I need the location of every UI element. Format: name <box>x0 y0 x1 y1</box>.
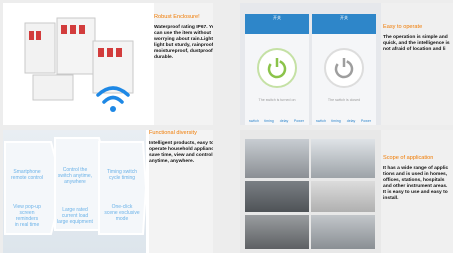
feature-large-current: Large rated current load large equipment <box>57 207 93 225</box>
power-on-icon[interactable] <box>245 38 309 98</box>
card-body: Waterproof rating IP67. You can use the … <box>154 25 213 60</box>
tab-power[interactable]: Power <box>292 119 306 123</box>
features-grid: Smartphone remote control Control the sw… <box>3 130 146 253</box>
card-text: Easy to operate The operation is simple … <box>383 3 453 125</box>
feature-scene-mode: One-click scene exclusive mode <box>104 204 140 222</box>
app-bar: 开关 <box>245 14 309 34</box>
tab-delay[interactable]: delay <box>277 119 291 123</box>
phone-on: 开关 The switch is turned on switch timing… <box>245 14 309 125</box>
phone-status: The switch is closed <box>327 98 361 102</box>
card-body: The operation is simple and quick, and t… <box>383 35 450 52</box>
card-title: Functional diversity <box>149 130 197 136</box>
feature-control-anytime: Control the switch anytime, anywhere <box>57 167 93 185</box>
card-text: Functional diversity Intelligent product… <box>149 130 213 253</box>
tab-timing[interactable]: timing <box>262 119 276 123</box>
card-body: Intelligent products, easy to operate ho… <box>149 141 213 164</box>
tab-timing[interactable]: timing <box>329 119 343 123</box>
card-title: Easy to operate <box>383 24 423 30</box>
card-robust-enclosure: Robust Enclosure! Waterproof rating IP67… <box>3 3 213 125</box>
photo-warehouse <box>245 215 309 249</box>
tab-power[interactable]: Power <box>359 119 373 123</box>
feature-timing-switch: Timing switch cycle timing <box>106 169 138 181</box>
photo-living-room <box>245 139 309 178</box>
app-screens: 开关 The switch is turned on switch timing… <box>240 3 381 125</box>
breaker-icon <box>24 17 134 112</box>
tab-switch[interactable]: switch <box>247 119 261 123</box>
power-off-icon[interactable] <box>312 38 376 98</box>
photo-hallway <box>245 181 309 212</box>
feature-remote-control: Smartphone remote control <box>11 169 43 181</box>
card-text: Robust Enclosure! Waterproof rating IP67… <box>154 3 213 125</box>
card-title: Scope of application <box>383 155 434 161</box>
app-bar: 开关 <box>312 14 376 34</box>
photo-building <box>311 181 375 212</box>
hex-grid-decoration <box>4 137 146 235</box>
feature-popup-reminders: View pop-up screen reminders in real tim… <box>13 204 41 228</box>
photo-office <box>311 139 375 178</box>
card-scope-application: Scope of application It has a wide range… <box>240 130 453 253</box>
phone-status: The switch is turned on <box>258 98 296 102</box>
card-title: Robust Enclosure! <box>154 14 200 20</box>
card-functional-diversity: Smartphone remote control Control the sw… <box>3 130 213 253</box>
photo-station <box>311 215 375 249</box>
tab-delay[interactable]: delay <box>344 119 358 123</box>
card-text: Scope of application It has a wide range… <box>383 130 453 253</box>
phone-off: 开关 The switch is closed switch timing de… <box>312 14 376 125</box>
card-body: It has a wide range of applic tions and … <box>383 166 449 201</box>
breaker-image <box>3 3 148 125</box>
card-easy-operate: 开关 The switch is turned on switch timing… <box>240 3 453 125</box>
application-photos <box>240 130 381 253</box>
tab-switch[interactable]: switch <box>314 119 328 123</box>
